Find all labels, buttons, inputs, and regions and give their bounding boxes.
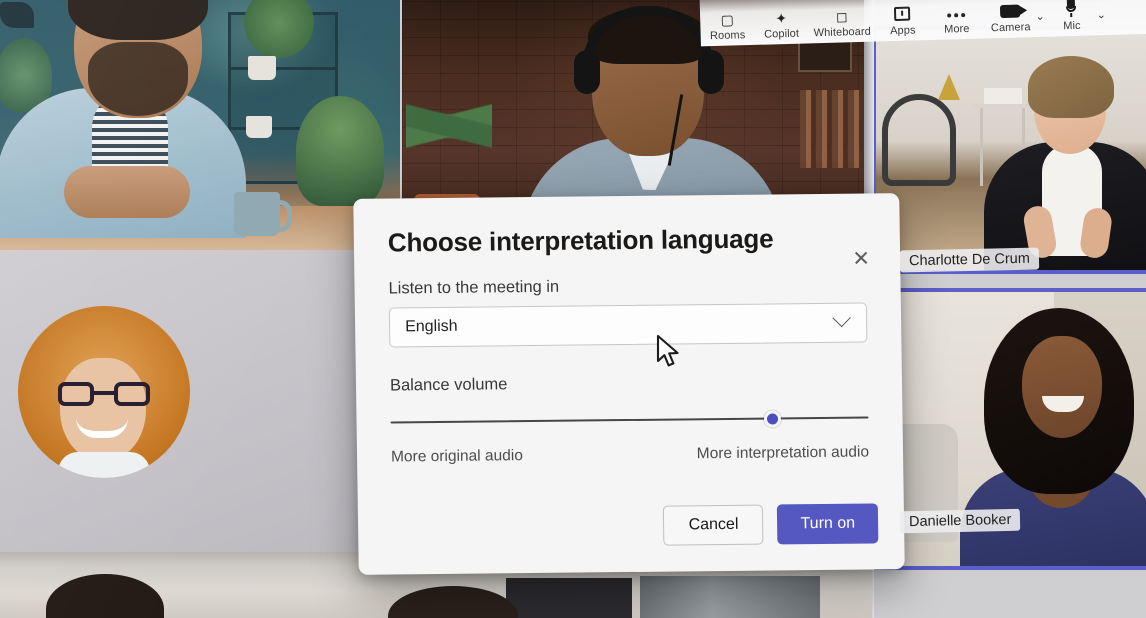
person-head bbox=[46, 574, 164, 618]
person-hands bbox=[64, 166, 190, 218]
headset-earcup bbox=[574, 50, 600, 94]
toolbar-button-rooms[interactable]: ▢ Rooms bbox=[700, 11, 755, 43]
listen-to-meeting-label: Listen to the meeting in bbox=[388, 277, 560, 298]
slider-thumb[interactable] bbox=[764, 410, 782, 428]
decor-panel bbox=[506, 578, 632, 618]
more-ellipsis-icon bbox=[947, 13, 966, 18]
mic-chevron-down-icon[interactable]: ⌄ bbox=[1097, 8, 1107, 21]
toolbar-label-more: More bbox=[943, 22, 970, 36]
toolbar-label-mic: Mic bbox=[1063, 19, 1081, 33]
slider-legend: More original audio More interpretation … bbox=[391, 443, 869, 466]
apps-icon bbox=[894, 6, 911, 21]
toolbar-button-whiteboard[interactable]: ◻ Whiteboard bbox=[808, 8, 876, 40]
language-select-value: English bbox=[404, 317, 458, 336]
cancel-button[interactable]: Cancel bbox=[663, 504, 764, 546]
dialog-title: Choose interpretation language bbox=[387, 223, 774, 258]
avatar-shirt bbox=[58, 452, 150, 478]
toolbar-button-mic[interactable]: Mic bbox=[1044, 0, 1099, 33]
decor-lamp bbox=[0, 2, 34, 28]
person-head bbox=[388, 586, 518, 618]
toolbar-label-rooms: Rooms bbox=[709, 29, 746, 43]
chevron-down-icon bbox=[832, 309, 851, 328]
toolbar-button-apps[interactable]: Apps bbox=[875, 6, 930, 37]
participant-name-badge-charlotte: Charlotte De Crum bbox=[899, 247, 1040, 273]
toolbar-button-copilot[interactable]: ✦ Copilot bbox=[754, 9, 809, 41]
video-tile-participant-denim-shirt[interactable] bbox=[0, 0, 400, 250]
decor-bookshelf bbox=[800, 90, 866, 168]
slider-legend-right: More interpretation audio bbox=[696, 443, 870, 463]
slider-legend-left: More original audio bbox=[390, 447, 524, 466]
language-select[interactable]: English bbox=[388, 302, 868, 348]
turn-on-button[interactable]: Turn on bbox=[777, 503, 879, 545]
decor-mug bbox=[234, 192, 292, 236]
toolbar-label-apps: Apps bbox=[889, 24, 916, 38]
whiteboard-icon: ◻ bbox=[835, 8, 848, 25]
camera-chevron-down-icon[interactable]: ⌄ bbox=[1035, 10, 1045, 23]
close-icon[interactable]: ✕ bbox=[846, 243, 876, 273]
decor-chair bbox=[882, 94, 956, 186]
balance-volume-slider[interactable] bbox=[390, 410, 869, 429]
decor-pot bbox=[248, 56, 276, 80]
balance-volume-label: Balance volume bbox=[389, 375, 508, 395]
decor-plant bbox=[406, 38, 492, 218]
decor-books bbox=[984, 88, 1022, 104]
person-face bbox=[1022, 336, 1102, 438]
toolbar-button-more[interactable]: More bbox=[929, 13, 984, 36]
avatar-face bbox=[60, 358, 146, 462]
copilot-icon: ✦ bbox=[775, 9, 788, 27]
toolbar-label-whiteboard: Whiteboard bbox=[813, 25, 872, 40]
decor-lamp bbox=[938, 74, 960, 100]
toolbar-label-camera: Camera bbox=[990, 21, 1031, 35]
slider-track bbox=[390, 416, 869, 424]
person-beard bbox=[88, 42, 188, 116]
decor-side-table bbox=[974, 104, 1032, 186]
toolbar-label-copilot: Copilot bbox=[763, 27, 800, 41]
participant-name-badge-danielle: Danielle Booker bbox=[899, 508, 1021, 534]
choose-interpretation-language-dialog: Choose interpretation language ✕ Listen … bbox=[353, 193, 905, 575]
avatar bbox=[18, 306, 190, 478]
meeting-screen: Charlotte De Crum Danielle Booker ▢ Room… bbox=[0, 0, 1146, 618]
decor-plant bbox=[296, 96, 384, 206]
person-hair bbox=[1028, 56, 1114, 118]
video-tile-charlotte-de-crum[interactable] bbox=[872, 26, 1146, 274]
toolbar-button-camera[interactable]: Camera bbox=[983, 4, 1038, 34]
video-tile-avatar-participant[interactable] bbox=[0, 250, 400, 554]
camera-icon bbox=[1000, 4, 1021, 19]
microphone-icon bbox=[1066, 0, 1077, 18]
dialog-actions: Cancel Turn on bbox=[663, 503, 879, 546]
rooms-icon: ▢ bbox=[720, 11, 735, 28]
decor-window bbox=[640, 576, 820, 618]
glasses-icon bbox=[58, 382, 150, 406]
headset-earcup bbox=[698, 50, 724, 94]
decor-pot bbox=[246, 116, 272, 138]
